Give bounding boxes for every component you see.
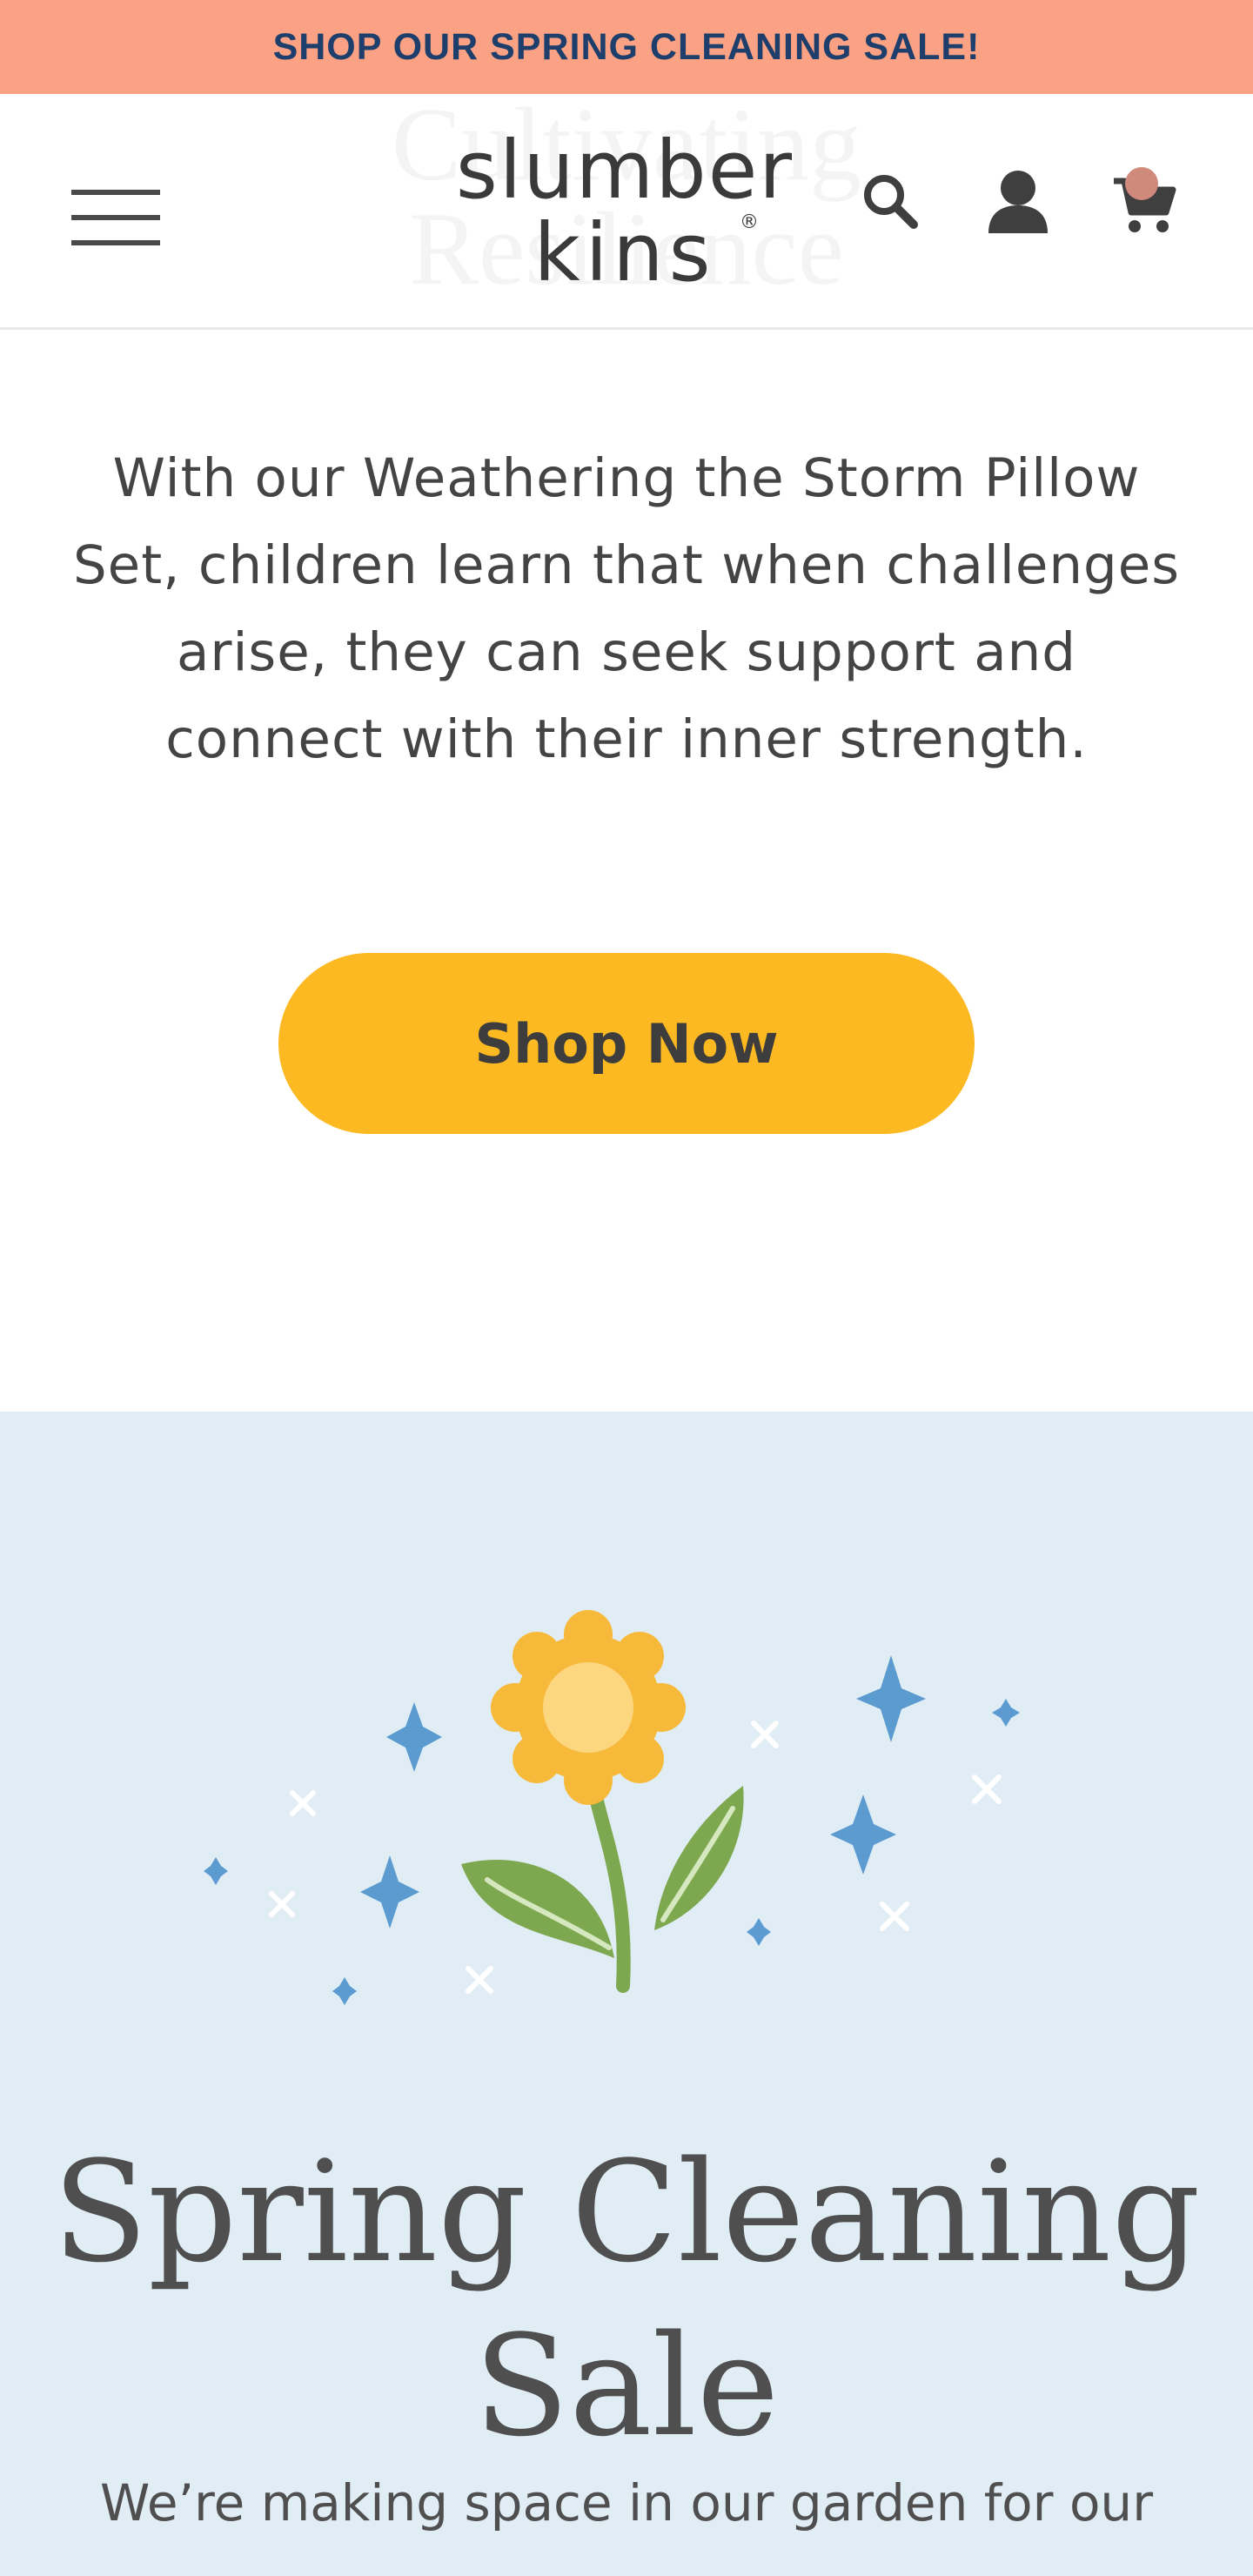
- search-icon[interactable]: [860, 171, 921, 231]
- hero-text-line: With our Weathering the Storm Pillow: [112, 447, 1141, 509]
- cart-count-badge: [1125, 167, 1158, 200]
- hero-description: With our Weathering the Storm Pillow Set…: [35, 435, 1218, 783]
- hero-text-line: arise, they can seek support and: [177, 621, 1076, 683]
- announcement-text[interactable]: SHOP OUR SPRING CLEANING SALE!: [273, 26, 981, 69]
- logo-registered-mark: ®: [740, 211, 759, 233]
- logo-line1: slumber: [456, 124, 794, 217]
- logo-line2: kins: [533, 206, 715, 298]
- site-header: Cultivating Resilience slumber kins ®: [0, 94, 1253, 330]
- hero-text-line: Set, children learn that when challenges: [72, 534, 1181, 596]
- shop-now-label[interactable]: Shop Now: [474, 1012, 778, 1076]
- sale-title-line1: Spring Cleaning: [52, 2130, 1201, 2293]
- user-icon[interactable]: [983, 167, 1053, 235]
- shop-now-button[interactable]: Shop Now: [278, 953, 975, 1134]
- flower-sparkles-illustration: [204, 1610, 1020, 2005]
- spring-sale-banner[interactable]: Spring Cleaning Sale We’re making space …: [0, 1412, 1253, 2576]
- sale-title: Spring Cleaning Sale: [0, 2125, 1253, 2473]
- announcement-bar[interactable]: SHOP OUR SPRING CLEANING SALE!: [0, 0, 1253, 94]
- sale-subtitle: We’re making space in our garden for our: [99, 2473, 1154, 2532]
- hamburger-icon[interactable]: [71, 190, 160, 247]
- sale-title-line2: Sale: [473, 2304, 780, 2467]
- hero-text-line: connect with their inner strength.: [165, 708, 1088, 770]
- slumberkins-logo[interactable]: slumber kins ®: [451, 115, 802, 298]
